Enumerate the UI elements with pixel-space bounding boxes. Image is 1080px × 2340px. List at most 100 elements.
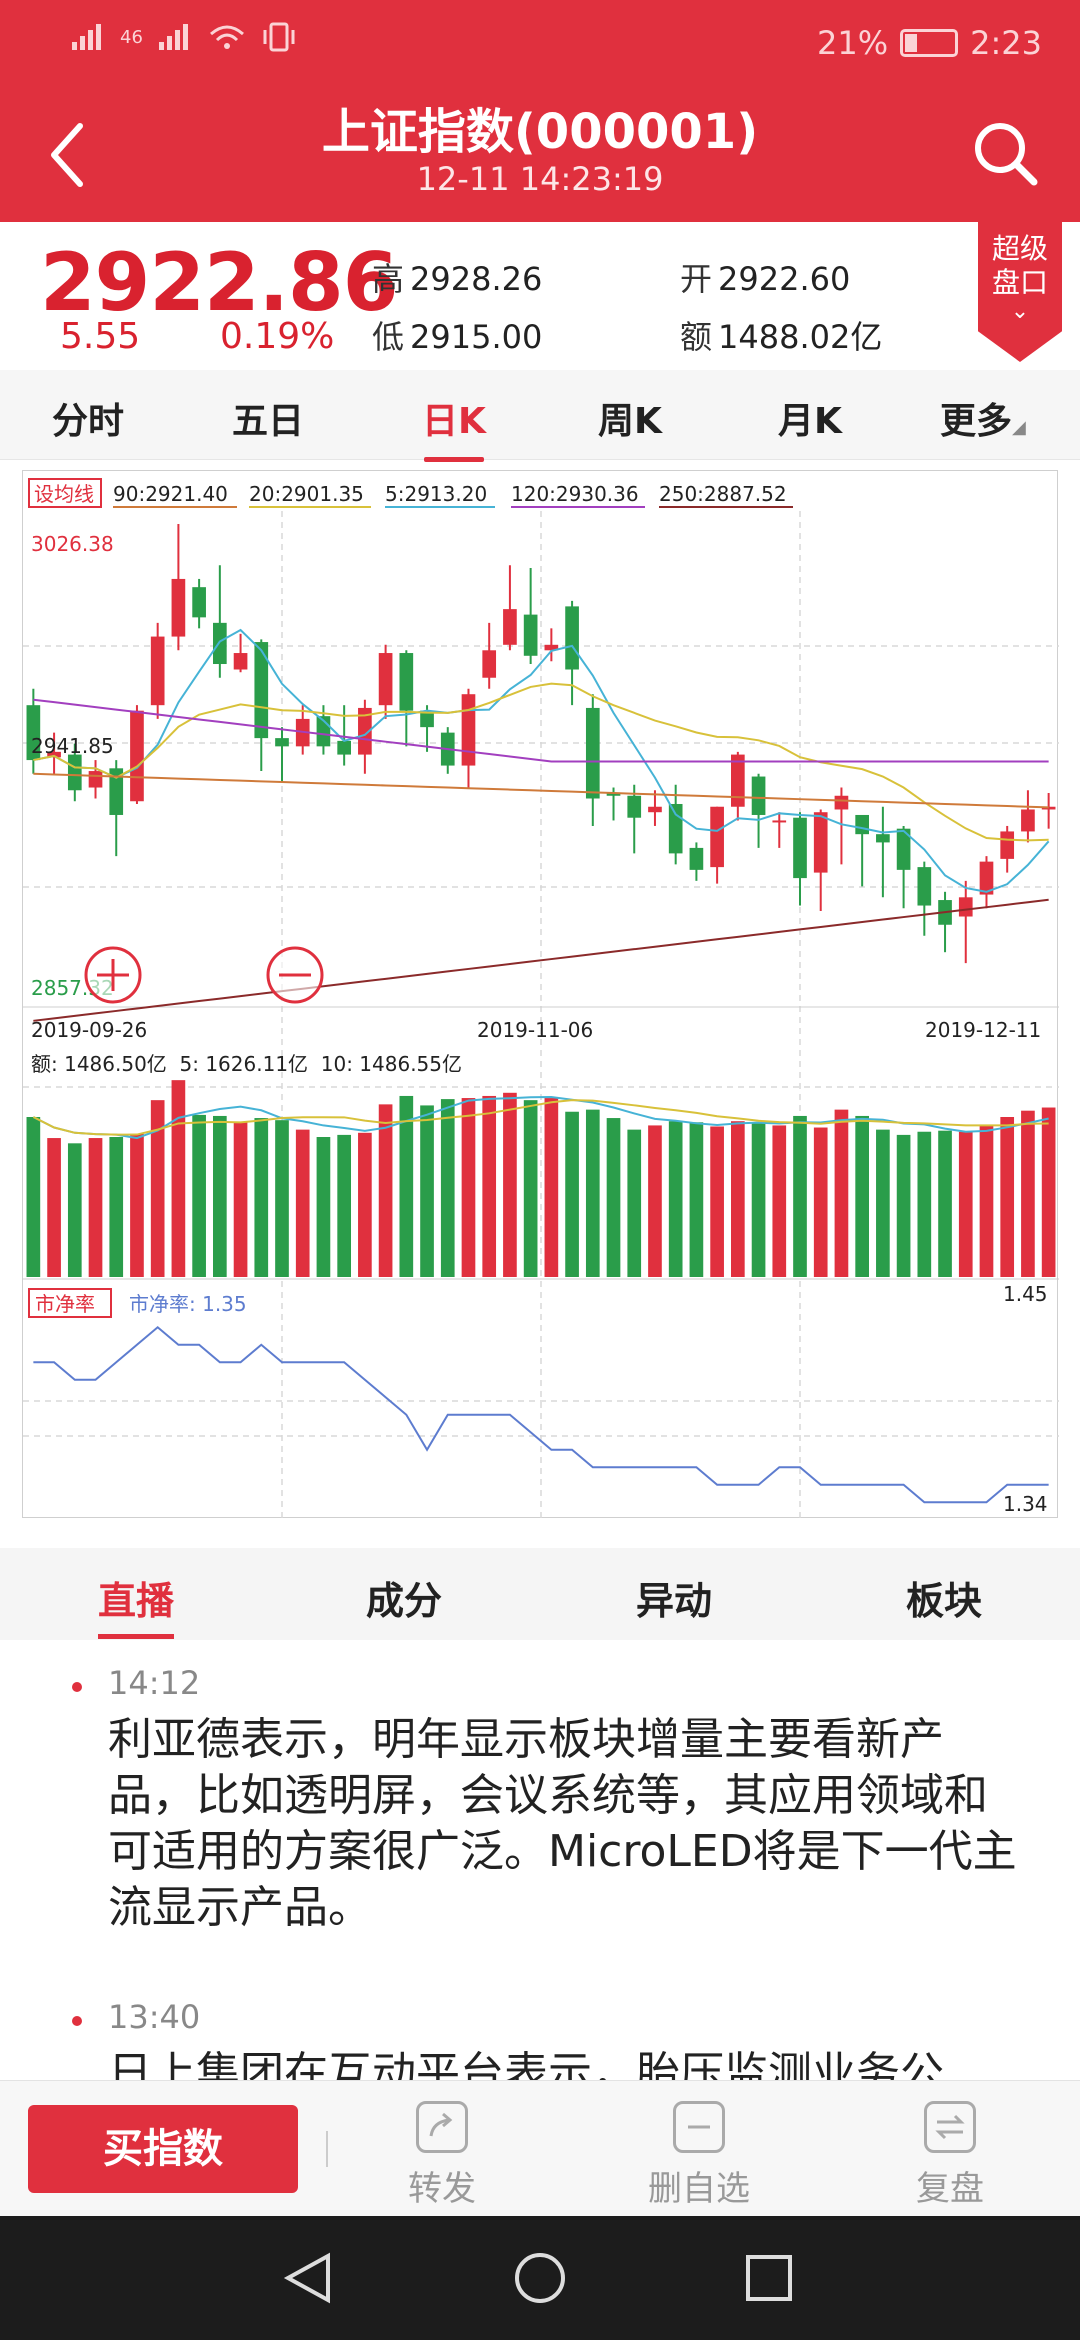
low-value: 2915.00 (410, 318, 543, 356)
ma20-legend: 20:2901.35 (249, 482, 364, 506)
news-item[interactable]: 13:40 日上集团在互动平台表示，胎压监测业务公 (108, 1998, 1028, 2080)
candle-body (855, 814, 869, 835)
chevron-down-icon: ⌄ (1010, 299, 1030, 324)
candle-body (1021, 809, 1035, 832)
tab-intraday[interactable]: 分时 (52, 392, 124, 444)
volume-bar (192, 1114, 206, 1277)
price-axis-high: 3026.38 (31, 532, 114, 556)
tab-movements[interactable]: 异动 (636, 1570, 712, 1625)
volume-bar (67, 1143, 82, 1277)
divider (326, 2131, 328, 2167)
kline-chart[interactable]: 设均线 90:2921.40 20:2901.35 5:2913.20 120:… (22, 470, 1059, 1519)
remove-watchlist-button[interactable]: 删自选 (648, 2101, 750, 2210)
page-subtitle-time: 12-11 14:23:19 (416, 160, 664, 198)
candle-body (171, 578, 186, 637)
tab-components[interactable]: 成分 (366, 1570, 442, 1625)
tab-sectors[interactable]: 板块 (906, 1570, 982, 1625)
candle-body (668, 803, 683, 854)
news-item[interactable]: 14:12 利亚德表示，明年显示板块增量主要看新产品，比如透明屏，会议系统等，其… (108, 1664, 1028, 1936)
candle-body (150, 636, 165, 706)
volume-bar (1041, 1107, 1056, 1277)
tab-monthly-k[interactable]: 月K (778, 392, 842, 444)
candle-body (1000, 831, 1015, 859)
volume-bar (585, 1109, 600, 1277)
tab-daily-k[interactable]: 日K (422, 392, 486, 462)
live-news-feed: 14:12 利亚德表示，明年显示板块增量主要看新产品，比如透明屏，会议系统等，其… (0, 1640, 1080, 2080)
share-label: 转发 (408, 2169, 476, 2209)
volume-bar (710, 1126, 724, 1277)
candle-body (337, 740, 351, 755)
high-label: 高 (372, 260, 405, 298)
volume-bar (275, 1120, 289, 1277)
candle-body (648, 806, 662, 813)
search-icon[interactable] (970, 118, 1040, 188)
volume-bar (461, 1098, 476, 1277)
candle-body (627, 795, 642, 818)
volume-bar (1021, 1110, 1035, 1277)
candle-body (958, 897, 973, 917)
candle-body (917, 867, 932, 906)
pb-tag: 市净率 (35, 1292, 95, 1316)
high-value: 2928.26 (410, 260, 543, 298)
super-label-1: 超级 (991, 232, 1048, 265)
candle-body (378, 653, 393, 706)
volume-bar (565, 1111, 579, 1277)
candle-body (565, 606, 579, 670)
volume-bar (26, 1117, 41, 1277)
battery-percent: 21% (817, 24, 889, 62)
remove-icon (673, 2101, 725, 2153)
pb-axis-max: 1.45 (1003, 1282, 1048, 1306)
ma250-legend: 250:2887.52 (659, 482, 787, 506)
clock: 2:23 (970, 24, 1042, 62)
volume-bar (917, 1131, 932, 1277)
period-tabs: 分时 五日 日K 周K 月K 更多◢ (0, 370, 1080, 462)
open-price: 开 2922.60 (680, 254, 850, 300)
news-bullet (72, 2016, 82, 2026)
candle-body (233, 653, 248, 670)
tab-more[interactable]: 更多◢ (940, 392, 1026, 444)
volume-bar (938, 1130, 952, 1277)
network-type: 46 (120, 26, 143, 48)
candle-body (793, 817, 807, 879)
candle-body (482, 650, 497, 678)
share-icon (416, 2101, 468, 2153)
remove-label: 删自选 (648, 2169, 750, 2209)
ma5-legend: 5:2913.20 (385, 482, 487, 506)
high-price: 高 2928.26 (372, 254, 542, 300)
system-back-icon[interactable] (283, 2252, 330, 2304)
tab-live[interactable]: 直播 (98, 1570, 175, 1639)
volume-bar (358, 1132, 372, 1277)
price-axis-mid: 2941.85 (31, 734, 114, 758)
candle-body (67, 754, 82, 791)
open-label: 开 (680, 260, 713, 298)
volume-bar (958, 1131, 973, 1277)
review-button[interactable]: 复盘 (916, 2101, 984, 2210)
tab-weekly-k[interactable]: 周K (598, 392, 662, 444)
share-button[interactable]: 转发 (408, 2101, 476, 2210)
volume-bar (295, 1129, 310, 1277)
set-ma-label: 设均线 (34, 482, 94, 506)
tab-five-day[interactable]: 五日 (232, 392, 304, 444)
system-home-icon[interactable] (515, 2253, 565, 2303)
super-label-2: 盘口 (991, 266, 1048, 299)
system-recents-icon[interactable] (746, 2255, 792, 2301)
volume-bar (109, 1137, 124, 1277)
zoom-out-button[interactable] (266, 946, 324, 1004)
zoom-in-button[interactable] (84, 946, 142, 1004)
price-change-percent: 0.19% (220, 316, 335, 357)
app-header: 46 21% 2:23 上证指数(000001) 12-11 14:23:19 (0, 0, 1080, 222)
system-navigation-bar (0, 2216, 1080, 2340)
buy-index-button[interactable]: 买指数 (28, 2105, 298, 2193)
chart-canvas[interactable]: 设均线 90:2921.40 20:2901.35 5:2913.20 120:… (23, 471, 1059, 1519)
page-title: 上证指数(000001) (321, 104, 759, 160)
quote-summary: 2922.86 5.55 0.19% 高 2928.26 低 2915.00 开 29… (0, 222, 1080, 370)
news-time: 13:40 (108, 1998, 201, 2036)
candle-body (192, 587, 206, 618)
volume-bar (1000, 1117, 1015, 1277)
volume-bar (606, 1118, 621, 1277)
candle-body (88, 771, 103, 788)
candle-body (275, 738, 289, 747)
candle-body (213, 622, 227, 665)
review-icon (924, 2101, 976, 2153)
date-mid: 2019-11-06 (477, 1018, 593, 1042)
